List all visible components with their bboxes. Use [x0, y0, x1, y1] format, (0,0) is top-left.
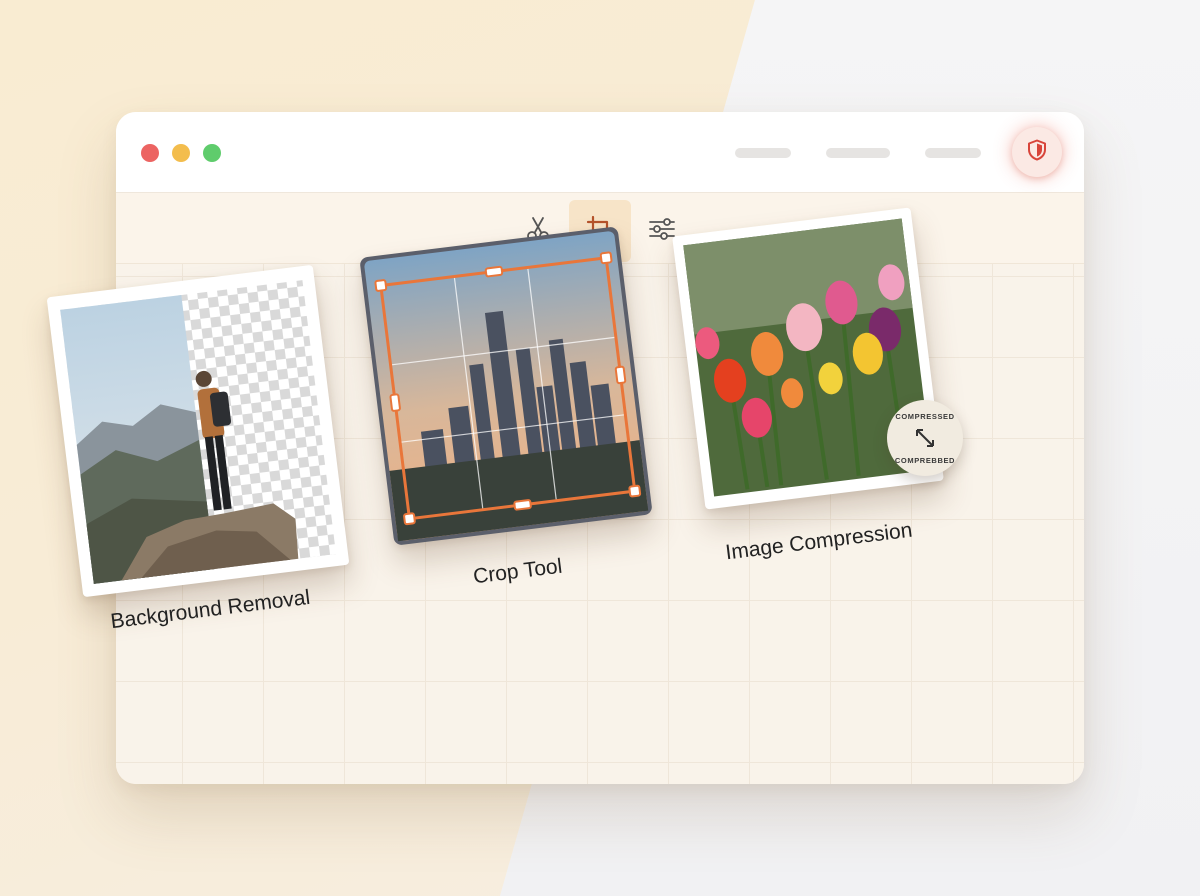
city-skyline-image	[364, 231, 649, 542]
close-button[interactable]	[141, 144, 159, 162]
arrows-diagonal-icon	[910, 423, 940, 458]
header-placeholder-2	[826, 148, 890, 158]
header-placeholder-3	[925, 148, 981, 158]
header-placeholder-1	[735, 148, 791, 158]
badge-top-text: COMPRESSED	[895, 412, 955, 421]
crop-tool-card[interactable]	[359, 226, 653, 546]
security-button[interactable]	[1012, 127, 1062, 177]
shield-icon	[1025, 138, 1049, 167]
title-bar	[116, 112, 1084, 193]
maximize-button[interactable]	[203, 144, 221, 162]
badge-bottom-text: COMPREBBED	[894, 456, 956, 465]
hiker-image	[60, 280, 337, 584]
background-removal-card[interactable]	[46, 264, 350, 598]
minimize-button[interactable]	[172, 144, 190, 162]
compressed-badge: COMPRESSED COMPREBBED	[887, 400, 963, 476]
